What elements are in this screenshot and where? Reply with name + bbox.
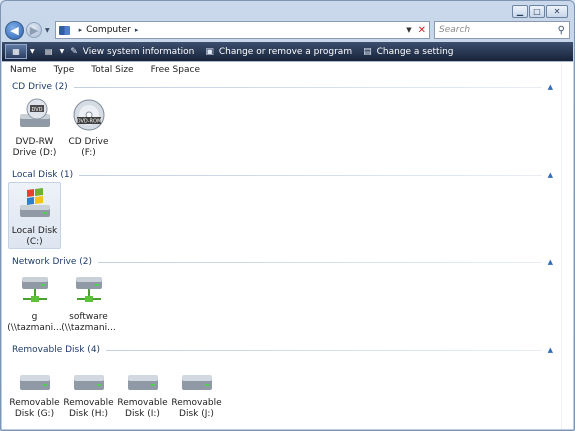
navigation-bar: ◀ ▶ ▼ ▸ Computer ▸ ▼ ✕ Search ⚲ [5,19,570,41]
item-label: (\\tazmani... [61,323,116,333]
group-items-removable-disk: Removable Disk (G:) Removable Disk (H:) [8,367,224,420]
breadcrumb-separator[interactable]: ▸ [135,26,139,34]
search-input[interactable]: Search [439,25,558,35]
caption-buttons: ▁ □ ✕ [511,5,568,18]
computer-icon [58,25,70,35]
column-header-total-size[interactable]: Total Size [91,65,133,75]
collapse-icon[interactable]: ▲ [548,346,553,354]
collapse-icon[interactable]: ▲ [548,83,553,91]
removable-disk-icon [19,375,50,390]
group-items-network-drive: g (\\tazmani... software (\\tazmani... [7,269,116,334]
group-header-cd-drive[interactable]: CD Drive (2) ▲ [12,80,553,94]
network-drive-icon [75,277,102,302]
change-setting-button[interactable]: ▤ Change a setting [363,47,453,57]
dvd-rom-badge-label: DVD-ROM [76,119,101,125]
group-label: Network Drive (2) [12,257,93,267]
address-bar[interactable]: ▸ Computer ▸ ▼ ✕ [54,21,430,39]
network-drive-icon [21,277,48,302]
column-header-free-space[interactable]: Free Space [151,65,200,75]
dvd-drive-icon: DVD [19,98,50,127]
address-dropdown-icon[interactable]: ▼ [406,26,411,34]
item-label: Disk (G:) [14,409,55,419]
group-label: Removable Disk (4) [12,345,101,355]
forward-button[interactable]: ▶ [26,22,42,38]
removable-disk-icon [181,375,212,390]
drive-item-removable-j[interactable]: Removable Disk (J:) [170,367,223,420]
group-header-local-disk[interactable]: Local Disk (1) ▲ [12,168,553,182]
item-label: (C:) [26,237,43,247]
views-button[interactable]: ▦ [5,44,27,59]
item-label: Disk (H:) [68,409,108,419]
group-items-cd-drive: DVD DVD-RW Drive (D:) DVD-ROM CD Drive (… [8,94,116,159]
group-label: Local Disk (1) [12,170,74,180]
organize-dropdown-icon[interactable]: ▼ [60,48,65,55]
preview-pane-icon[interactable]: ▤ [41,44,57,59]
drive-item-network-software[interactable]: software (\\tazmani... [61,269,116,334]
item-label: Disk (I:) [125,409,160,419]
collapse-icon[interactable]: ▲ [548,258,553,266]
properties-icon: ✎ [70,46,78,57]
programs-icon: ▣ [205,46,214,57]
toolbar-item-label: Change a setting [376,46,454,57]
group-header-network-drive[interactable]: Network Drive (2) ▲ [12,255,553,269]
item-label: Removable [63,398,114,408]
column-header-name[interactable]: Name [10,65,37,75]
breadcrumb-computer[interactable]: Computer [86,25,131,35]
breadcrumb-separator[interactable]: ▸ [79,26,83,34]
file-list: Name Type Total Size Free Space CD Drive… [2,61,573,429]
item-label: Removable [117,398,168,408]
windows-disk-icon [19,188,50,217]
removable-disk-icon [127,375,158,390]
drive-item-removable-g[interactable]: Removable Disk (G:) [8,367,61,420]
views-dropdown-icon[interactable]: ▼ [30,48,35,55]
dvd-rom-icon: DVD-ROM [73,99,104,131]
group-items-local-disk: Local Disk (C:) [8,182,62,249]
drive-item-removable-h[interactable]: Removable Disk (H:) [62,367,115,420]
drive-item-network-g[interactable]: g (\\tazmani... [7,269,62,334]
group-header-removable-disk[interactable]: Removable Disk (4) ▲ [12,343,553,357]
item-label: CD Drive (F:) [68,137,109,158]
item-label: software [69,312,108,322]
item-label: Disk (J:) [179,409,214,419]
collapse-icon[interactable]: ▲ [548,171,553,179]
item-label: Drive (D:) [12,148,57,158]
minimize-button[interactable]: ▁ [512,5,528,18]
recent-pages-dropdown[interactable]: ▼ [45,27,50,34]
stop-icon[interactable]: ✕ [418,25,426,36]
item-label: DVD-RW [15,137,54,147]
column-headers: Name Type Total Size Free Space [10,65,217,75]
toolbar-item-label: View system information [82,46,195,57]
drive-item-local-c[interactable]: Local Disk (C:) [8,182,61,249]
item-label: g [31,312,38,322]
toolbar-item-label: Change or remove a program [218,46,353,57]
item-label: Removable [171,398,222,408]
item-label: Local Disk [11,226,58,236]
command-bar: ▦ ▼ ▤ ▼ ✎ View system information ▣ Chan… [2,42,573,61]
drive-item-cd-f[interactable]: DVD-ROM CD Drive (F:) [62,94,115,159]
explorer-window: ▁ □ ✕ ◀ ▶ ▼ ▸ Computer ▸ ▼ ✕ Search ⚲ ▦ … [0,0,575,431]
search-icon[interactable]: ⚲ [558,25,565,36]
close-button[interactable]: ✕ [546,5,568,18]
control-panel-icon: ▤ [363,46,372,57]
group-label: CD Drive (2) [12,82,68,92]
dvd-badge-label: DVD [31,107,42,113]
item-label: Removable [9,398,60,408]
view-system-information-button[interactable]: ✎ View system information [70,47,194,57]
drive-item-removable-i[interactable]: Removable Disk (I:) [116,367,169,420]
drive-item-dvd-rw[interactable]: DVD DVD-RW Drive (D:) [8,94,61,159]
removable-disk-icon [73,375,104,390]
vertical-scrollbar[interactable] [561,62,573,429]
change-remove-program-button[interactable]: ▣ Change or remove a program [205,47,352,57]
column-header-type[interactable]: Type [54,65,75,75]
back-button[interactable]: ◀ [5,20,24,40]
maximize-button[interactable]: □ [529,5,545,18]
item-label: (\\tazmani... [7,323,62,333]
search-box[interactable]: Search ⚲ [434,21,570,39]
